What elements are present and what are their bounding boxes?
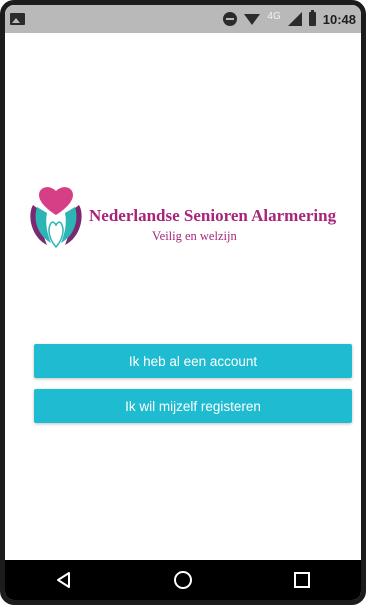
clock: 10:48 (322, 11, 356, 27)
back-icon (57, 572, 71, 588)
image-icon (10, 13, 25, 25)
logo-subtitle: Veilig en welzijn (152, 229, 237, 243)
signal-icon (287, 12, 302, 26)
app-logo: Nederlandse Senioren Alarmering Veilig e… (27, 181, 357, 271)
back-button[interactable] (44, 560, 84, 600)
register-button[interactable]: Ik wil mijzelf registeren (34, 389, 352, 423)
battery-icon (308, 10, 316, 26)
status-bar: 4G 10:48 (5, 5, 361, 33)
navigation-bar (5, 560, 361, 600)
phone-screen: 4G 10:48 Nederlandse Senioren Alarmering… (0, 0, 366, 605)
home-button[interactable] (163, 560, 203, 600)
do-not-disturb-icon (223, 12, 238, 26)
home-icon (173, 571, 192, 589)
recents-icon (293, 572, 310, 588)
login-button[interactable]: Ik heb al een account (34, 344, 352, 378)
network-type: 4G (267, 10, 281, 22)
logo-title: Nederlandse Senioren Alarmering (89, 206, 337, 225)
recents-button[interactable] (282, 560, 322, 600)
wifi-icon (244, 13, 261, 25)
logo-emblem-icon (30, 187, 82, 249)
